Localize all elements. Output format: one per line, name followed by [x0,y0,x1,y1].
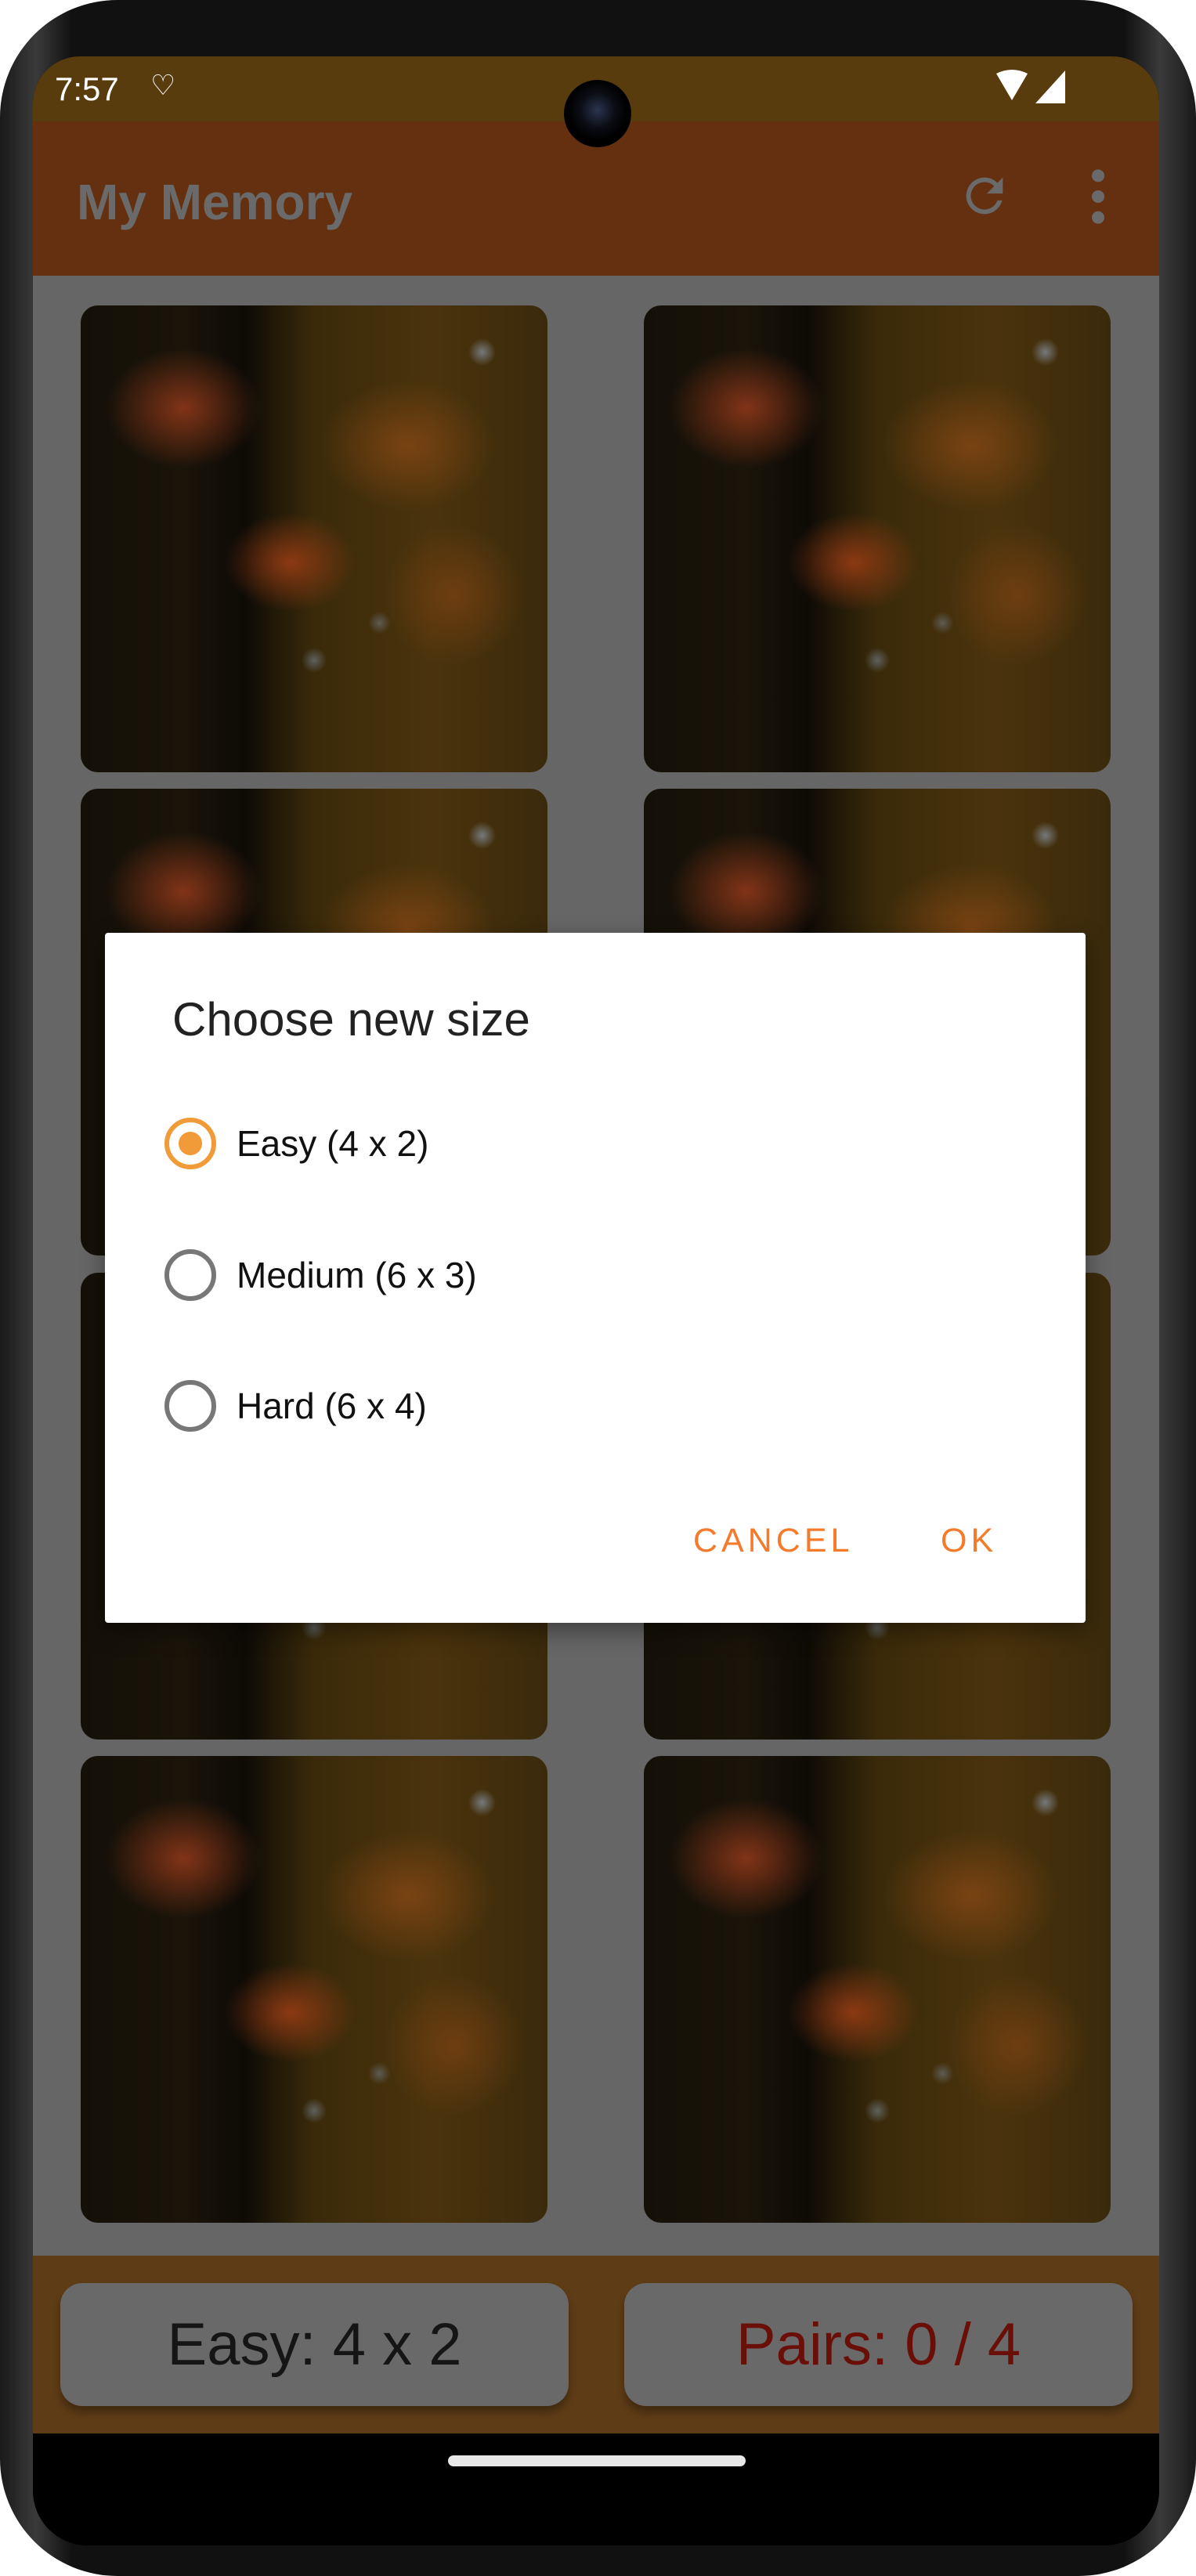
option-label: Easy (4 x 2) [237,1123,429,1164]
memory-card[interactable] [81,305,547,772]
memory-card[interactable] [81,1756,547,2223]
radio-unchecked-icon[interactable] [164,1249,216,1301]
camera-cutout [564,80,631,147]
navigation-bar [33,2433,1159,2545]
radio-checked-icon[interactable] [164,1118,216,1169]
location-icon: ♡ [150,69,176,101]
app-title: My Memory [77,174,353,230]
radio-unchecked-icon[interactable] [164,1380,216,1432]
memory-card[interactable] [644,1756,1111,2223]
cancel-button[interactable]: CANCEL [693,1522,853,1560]
option-easy[interactable]: Easy (4 x 2) [164,1100,428,1187]
bottom-bar: Easy: 4 x 2 Pairs: 0 / 4 [33,2256,1159,2433]
option-hard[interactable]: Hard (6 x 4) [164,1363,427,1449]
dialog-title: Choose new size [172,993,530,1046]
wifi-signal-icon [996,70,1065,103]
pairs-label: Pairs: 0 / 4 [624,2283,1133,2406]
status-time: 7:57 [55,70,119,107]
memory-card[interactable] [644,305,1111,772]
more-vert-icon[interactable] [1086,165,1110,228]
difficulty-label: Easy: 4 x 2 [60,2283,569,2406]
option-label: Hard (6 x 4) [237,1386,427,1426]
ok-button[interactable]: OK [941,1522,997,1560]
option-label: Medium (6 x 3) [237,1255,477,1295]
option-medium[interactable]: Medium (6 x 3) [164,1232,477,1318]
home-handle[interactable] [448,2455,746,2466]
choose-size-dialog: Choose new size Easy (4 x 2) Medium (6 x… [105,933,1086,1623]
refresh-icon[interactable] [957,168,1012,223]
